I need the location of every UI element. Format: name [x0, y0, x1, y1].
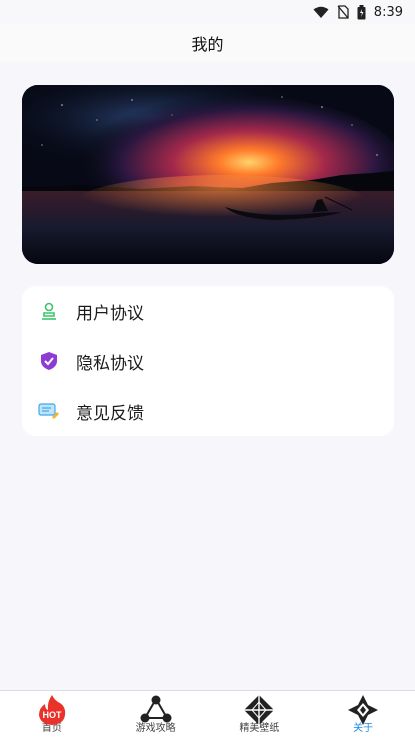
diamond-facets-icon [242, 694, 276, 726]
menu-item-user-agreement[interactable]: 用户协议 [22, 286, 394, 336]
tab-game-guides[interactable]: 游戏攻略 [104, 691, 208, 737]
banner-image [22, 85, 394, 264]
menu-item-label: 用户协议 [76, 303, 144, 324]
status-time: 8:39 [373, 4, 403, 20]
no-sim-icon [337, 5, 349, 19]
privacy-shield-icon [38, 350, 60, 372]
menu-item-feedback[interactable]: 意见反馈 [22, 386, 394, 436]
page-header: 我的 [0, 24, 415, 62]
battery-icon [357, 4, 366, 20]
menu-item-label: 意见反馈 [76, 403, 144, 424]
feedback-chat-icon [38, 400, 60, 422]
bottom-tab-bar: HOT 首页 游戏攻略 精美壁纸 关于 [0, 690, 415, 737]
menu-item-privacy[interactable]: 隐私协议 [22, 336, 394, 386]
hot-badge: HOT [42, 710, 62, 720]
status-bar: 8:39 [0, 0, 415, 24]
menu-card: 用户协议 隐私协议 意见反馈 [22, 286, 394, 436]
hot-flame-icon: HOT [35, 694, 69, 726]
tab-wallpapers[interactable]: 精美壁纸 [208, 691, 312, 737]
crossed-diamond-icon [346, 694, 380, 726]
triangle-nodes-icon [139, 694, 173, 726]
page-title: 我的 [191, 35, 224, 54]
night-lake-boat-image [22, 85, 394, 264]
wifi-icon [313, 6, 329, 19]
user-agreement-icon [38, 300, 60, 322]
menu-item-label: 隐私协议 [76, 353, 144, 374]
tab-home[interactable]: HOT 首页 [0, 691, 104, 737]
tab-about[interactable]: 关于 [311, 691, 415, 737]
